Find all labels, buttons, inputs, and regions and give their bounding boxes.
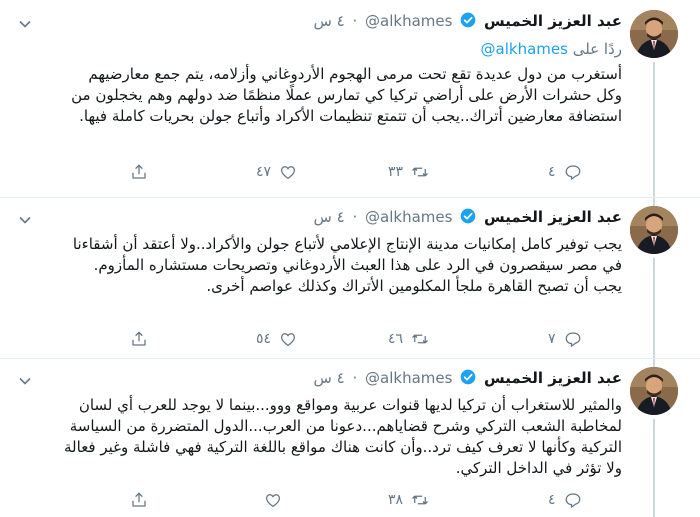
thread-connector-line [653, 198, 655, 206]
thread-connector-line [653, 62, 655, 197]
share-icon [132, 331, 146, 346]
tweet-actions: ٥٤ ٤٦ ٧ [130, 328, 615, 350]
like-icon [265, 494, 281, 508]
reply-icon [565, 165, 580, 180]
tweet-paragraph: يجب أن تصبح القاهرة ملجأ المكلومين الأتر… [206, 277, 622, 295]
share-button[interactable] [130, 489, 148, 511]
share-button[interactable] [130, 161, 148, 183]
reply-count: ٧ [548, 331, 556, 347]
retweet-button[interactable]: ٤٦ [388, 328, 429, 350]
avatar-image [630, 367, 678, 415]
tweet-timestamp[interactable]: ٤ س [314, 369, 345, 387]
avatar[interactable] [630, 206, 678, 254]
reply-icon [565, 493, 580, 508]
tweet[interactable]: عبد العزيز الخميس @alkhames · ٤ س يجب تو… [0, 198, 700, 358]
separator-dot: · [352, 12, 358, 30]
like-count: ٤٧ [256, 164, 272, 180]
avatar-image [630, 10, 678, 58]
like-icon [281, 166, 296, 180]
like-button[interactable]: ٤٧ [256, 161, 297, 183]
reply-button[interactable]: ٤ [548, 161, 582, 183]
tweet-thread: عبد العزيز الخميس @alkhames · ٤ س ردًا ع… [0, 0, 700, 517]
tweet-header: عبد العزيز الخميس @alkhames · ٤ س [314, 208, 622, 226]
separator-dot: · [352, 369, 358, 387]
tweet[interactable]: عبد العزيز الخميس @alkhames · ٤ س والمثي… [0, 359, 700, 517]
thread-connector-line [653, 419, 655, 517]
tweet-header: عبد العزيز الخميس @alkhames · ٤ س [314, 369, 622, 387]
reply-button[interactable]: ٧ [548, 328, 582, 350]
verified-badge-icon [452, 369, 479, 387]
reply-count: ٤ [548, 164, 556, 180]
tweet-paragraph: أستغرب من دول عديدة تقع تحت مرمى الهجوم … [71, 65, 622, 125]
author-handle[interactable]: @alkhames [365, 12, 452, 30]
like-count: ٥٤ [256, 331, 272, 347]
tweet-paragraph: والمثير للاستغراب أن تركيا لديها قنوات ع… [64, 396, 622, 477]
author-name[interactable]: عبد العزيز الخميس [484, 369, 622, 387]
avatar-image [630, 206, 678, 254]
author-handle[interactable]: @alkhames [365, 369, 452, 387]
tweet-timestamp[interactable]: ٤ س [314, 12, 345, 30]
chevron-down-icon[interactable] [18, 16, 32, 30]
reply-context: ردًا على @alkhames [481, 40, 622, 58]
reply-to-label: ردًا على [572, 40, 622, 58]
avatar[interactable] [630, 10, 678, 58]
separator-dot: · [352, 208, 358, 226]
tweet-actions: ٣٨ ٤ [130, 489, 615, 511]
retweet-count: ٤٦ [388, 331, 404, 347]
reply-icon [565, 332, 580, 347]
tweet[interactable]: عبد العزيز الخميس @alkhames · ٤ س ردًا ع… [0, 0, 700, 197]
reply-to-mention[interactable]: @alkhames [481, 40, 568, 58]
verified-badge-icon [452, 208, 479, 226]
like-icon [281, 333, 296, 347]
tweet-actions: ٤٧ ٣٣ ٤ [130, 161, 615, 183]
tweet-text: أستغرب من دول عديدة تقع تحت مرمى الهجوم … [62, 64, 622, 127]
retweet-count: ٣٣ [388, 164, 404, 180]
reply-count: ٤ [548, 492, 556, 508]
reply-button[interactable]: ٤ [548, 489, 582, 511]
retweet-button[interactable]: ٣٨ [388, 489, 429, 511]
chevron-down-icon[interactable] [18, 373, 32, 387]
like-button[interactable]: ٥٤ [256, 328, 297, 350]
tweet-paragraph: يجب توفير كامل إمكانيات مدينة الإنتاج ال… [72, 235, 622, 274]
share-button[interactable] [130, 328, 148, 350]
avatar[interactable] [630, 367, 678, 415]
retweet-button[interactable]: ٣٣ [388, 161, 429, 183]
share-icon [132, 164, 146, 179]
tweet-header: عبد العزيز الخميس @alkhames · ٤ س [314, 12, 622, 30]
retweet-icon [412, 495, 428, 505]
like-button[interactable] [256, 489, 282, 511]
thread-connector-line [653, 359, 655, 367]
author-name[interactable]: عبد العزيز الخميس [484, 208, 622, 226]
tweet-text: والمثير للاستغراب أن تركيا لديها قنوات ع… [62, 395, 622, 479]
verified-badge-icon [452, 12, 479, 30]
share-icon [132, 492, 146, 507]
author-handle[interactable]: @alkhames [365, 208, 452, 226]
tweet-timestamp[interactable]: ٤ س [314, 208, 345, 226]
chevron-down-icon[interactable] [18, 212, 32, 226]
thread-connector-line [653, 258, 655, 358]
retweet-icon [412, 167, 428, 177]
retweet-count: ٣٨ [388, 492, 404, 508]
retweet-icon [412, 334, 428, 344]
tweet-text: يجب توفير كامل إمكانيات مدينة الإنتاج ال… [62, 234, 622, 297]
author-name[interactable]: عبد العزيز الخميس [484, 12, 622, 30]
